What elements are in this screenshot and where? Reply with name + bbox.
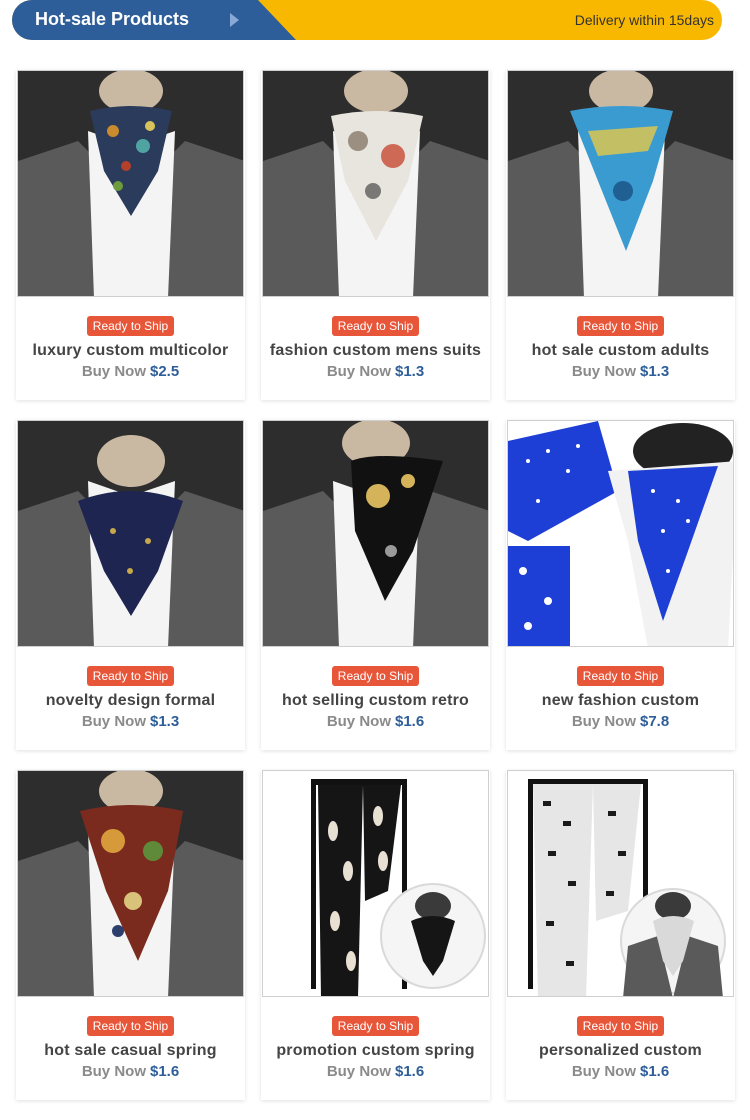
product-image[interactable] (262, 70, 489, 297)
price-row: Buy Now $2.5 (82, 363, 179, 380)
product-price: $1.6 (394, 1063, 425, 1080)
product-price: $1.3 (149, 713, 180, 730)
product-name[interactable]: promotion custom spring (276, 1042, 474, 1060)
price-row: Buy Now $7.8 (572, 713, 669, 730)
product-card[interactable]: Ready to Ship fashion custom mens suits … (261, 70, 490, 400)
ready-to-ship-badge: Ready to Ship (331, 316, 420, 336)
ready-to-ship-badge: Ready to Ship (86, 1016, 175, 1036)
buy-now-link[interactable]: Buy Now (327, 713, 391, 730)
product-card[interactable]: Ready to Ship new fashion custom Buy Now… (506, 420, 735, 750)
ready-to-ship-badge: Ready to Ship (86, 666, 175, 686)
buy-now-link[interactable]: Buy Now (82, 1063, 146, 1080)
product-card[interactable]: Ready to Ship hot selling custom retro B… (261, 420, 490, 750)
product-card[interactable]: Ready to Ship hot sale custom adults Buy… (506, 70, 735, 400)
product-name[interactable]: hot selling custom retro (282, 692, 469, 710)
product-price: $1.3 (394, 363, 425, 380)
product-price: $1.6 (394, 713, 425, 730)
product-name[interactable]: new fashion custom (542, 692, 699, 710)
product-image[interactable] (17, 770, 244, 997)
product-name[interactable]: personalized custom (539, 1042, 702, 1060)
buy-now-link[interactable]: Buy Now (572, 713, 636, 730)
delivery-note: Delivery within 15days (574, 12, 714, 28)
product-name[interactable]: fashion custom mens suits (270, 342, 481, 360)
product-price: $1.6 (639, 1063, 670, 1080)
buy-now-link[interactable]: Buy Now (82, 363, 146, 380)
product-card[interactable]: Ready to Ship personalized custom Buy No… (506, 770, 735, 1100)
ready-to-ship-badge: Ready to Ship (86, 316, 175, 336)
ready-to-ship-badge: Ready to Ship (331, 666, 420, 686)
product-image[interactable] (507, 420, 734, 647)
buy-now-link[interactable]: Buy Now (572, 1063, 636, 1080)
product-image[interactable] (17, 420, 244, 647)
price-row: Buy Now $1.3 (572, 363, 669, 380)
chevron-right-icon[interactable] (230, 13, 239, 27)
buy-now-link[interactable]: Buy Now (327, 1063, 391, 1080)
product-image[interactable] (507, 770, 734, 997)
product-image[interactable] (262, 770, 489, 997)
product-name[interactable]: hot sale casual spring (44, 1042, 216, 1060)
product-name[interactable]: hot sale custom adults (532, 342, 710, 360)
product-price: $2.5 (149, 363, 180, 380)
buy-now-link[interactable]: Buy Now (327, 363, 391, 380)
product-name[interactable]: novelty design formal (46, 692, 216, 710)
ready-to-ship-badge: Ready to Ship (576, 1016, 665, 1036)
product-name[interactable]: luxury custom multicolor (33, 342, 229, 360)
price-row: Buy Now $1.6 (327, 1063, 424, 1080)
product-grid: Ready to Ship luxury custom multicolor B… (16, 70, 736, 1100)
product-image[interactable] (262, 420, 489, 647)
price-row: Buy Now $1.3 (327, 363, 424, 380)
ready-to-ship-badge: Ready to Ship (331, 1016, 420, 1036)
price-row: Buy Now $1.3 (82, 713, 179, 730)
price-row: Buy Now $1.6 (572, 1063, 669, 1080)
buy-now-link[interactable]: Buy Now (82, 713, 146, 730)
hot-sale-banner: Hot-sale Products Delivery within 15days (12, 0, 722, 40)
buy-now-link[interactable]: Buy Now (572, 363, 636, 380)
product-image[interactable] (507, 70, 734, 297)
price-row: Buy Now $1.6 (82, 1063, 179, 1080)
product-card[interactable]: Ready to Ship promotion custom spring Bu… (261, 770, 490, 1100)
product-card[interactable]: Ready to Ship novelty design formal Buy … (16, 420, 245, 750)
product-card[interactable]: Ready to Ship luxury custom multicolor B… (16, 70, 245, 400)
product-card[interactable]: Ready to Ship hot sale casual spring Buy… (16, 770, 245, 1100)
ready-to-ship-badge: Ready to Ship (576, 316, 665, 336)
section-title: Hot-sale Products (35, 9, 190, 29)
product-price: $1.6 (149, 1063, 180, 1080)
ready-to-ship-badge: Ready to Ship (576, 666, 665, 686)
product-image[interactable] (17, 70, 244, 297)
price-row: Buy Now $1.6 (327, 713, 424, 730)
product-price: $1.3 (639, 363, 670, 380)
product-price: $7.8 (639, 713, 670, 730)
